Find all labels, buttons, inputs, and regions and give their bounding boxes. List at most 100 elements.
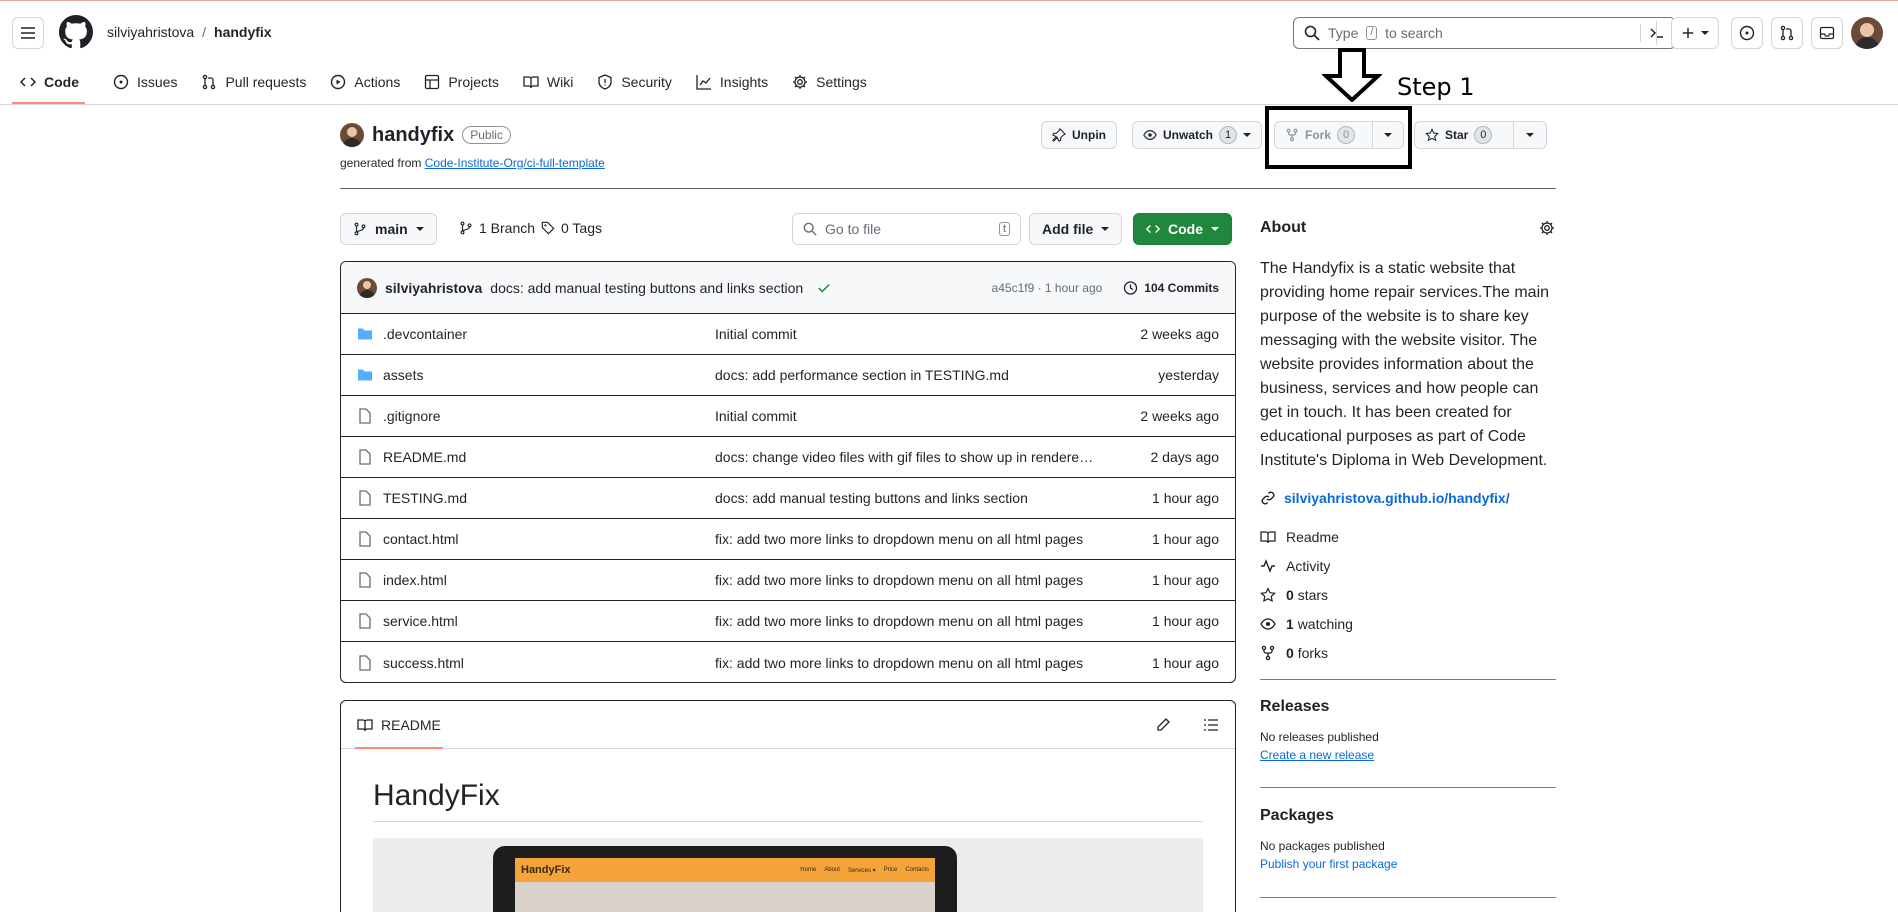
issues-button[interactable]: [1731, 17, 1763, 49]
preview-nav-item: Price: [883, 866, 898, 873]
pull-requests-button[interactable]: [1771, 17, 1803, 49]
history-icon: [1124, 280, 1138, 295]
file-name[interactable]: README.md: [383, 449, 466, 465]
file-row[interactable]: success.html fix: add two more links to …: [341, 642, 1235, 682]
about-stats: Readme Activity 0 stars 1 watching 0 for…: [1260, 522, 1560, 667]
breadcrumb-repo[interactable]: handyfix: [214, 24, 272, 40]
homepage-link[interactable]: silviyahristova.github.io/handyfix/: [1260, 490, 1510, 506]
tab-pull-requests[interactable]: Pull requests: [189, 62, 318, 102]
file-commit-message[interactable]: fix: add two more links to dropdown menu…: [715, 531, 1100, 547]
search-placeholder-pre: Type: [1328, 25, 1359, 41]
fork-icon: [1261, 645, 1275, 660]
star-button[interactable]: Star 0: [1414, 121, 1514, 149]
file-commit-message[interactable]: docs: change video files with gif files …: [715, 449, 1100, 465]
play-icon: [331, 74, 346, 90]
file-row[interactable]: assets docs: add performance section in …: [341, 355, 1235, 396]
file-name[interactable]: .gitignore: [383, 408, 441, 424]
create-new-button[interactable]: [1671, 17, 1719, 49]
file-row[interactable]: service.html fix: add two more links to …: [341, 601, 1235, 642]
caret-down-icon: [1243, 133, 1252, 137]
file-commit-message[interactable]: docs: add manual testing buttons and lin…: [715, 490, 1100, 506]
commits-link[interactable]: 104 Commits: [1122, 280, 1219, 296]
file-row[interactable]: .gitignore Initial commit 2 weeks ago: [341, 396, 1235, 437]
tab-code[interactable]: Code: [0, 62, 91, 102]
file-commit-message[interactable]: fix: add two more links to dropdown menu…: [715, 655, 1100, 671]
file-icon: [359, 490, 371, 506]
code-button[interactable]: Code: [1133, 213, 1232, 245]
add-file-button[interactable]: Add file: [1029, 213, 1123, 245]
file-commit-message[interactable]: fix: add two more links to dropdown menu…: [715, 572, 1100, 588]
file-row[interactable]: .devcontainer Initial commit 2 weeks ago: [341, 314, 1235, 355]
file-row[interactable]: README.md docs: change video files with …: [341, 437, 1235, 478]
file-name[interactable]: contact.html: [383, 531, 458, 547]
tab-issues[interactable]: Issues: [101, 62, 189, 102]
search-input[interactable]: Type / to search: [1293, 17, 1676, 49]
template-link[interactable]: Code-Institute-Org/ci-full-template: [425, 156, 605, 170]
create-release-link[interactable]: Create a new release: [1260, 748, 1379, 762]
file-name[interactable]: index.html: [383, 572, 447, 588]
sidebar-divider: [1260, 897, 1556, 898]
readme-link[interactable]: Readme: [1260, 522, 1560, 551]
file-name[interactable]: assets: [383, 367, 423, 383]
commit-message[interactable]: docs: add manual testing buttons and lin…: [490, 280, 803, 296]
watching-label: watching: [1297, 615, 1353, 632]
pencil-icon[interactable]: [1155, 717, 1171, 733]
commit-hash-time[interactable]: a45c1f9 · 1 hour ago: [992, 281, 1103, 295]
forks-link[interactable]: 0 forks: [1260, 638, 1560, 667]
file-name[interactable]: success.html: [383, 655, 464, 671]
releases-title[interactable]: Releases: [1260, 698, 1379, 716]
repo-name[interactable]: handyfix: [372, 124, 454, 147]
file-name[interactable]: TESTING.md: [383, 490, 467, 506]
tags-link[interactable]: 0 Tags: [541, 220, 602, 236]
file-row[interactable]: index.html fix: add two more links to dr…: [341, 560, 1235, 601]
pulse-icon: [1261, 558, 1275, 573]
file-icon: [359, 572, 371, 588]
star-icon: [1425, 128, 1439, 142]
tab-insights[interactable]: Insights: [684, 62, 780, 102]
breadcrumb-owner[interactable]: silviyahristova: [107, 24, 194, 40]
activity-link[interactable]: Activity: [1260, 551, 1560, 580]
packages-title[interactable]: Packages: [1260, 807, 1397, 825]
file-commit-message[interactable]: fix: add two more links to dropdown menu…: [715, 613, 1100, 629]
file-icon: [359, 531, 371, 547]
star-dropdown-button[interactable]: [1513, 121, 1547, 149]
tab-security[interactable]: Security: [585, 62, 684, 102]
file-name[interactable]: .devcontainer: [383, 326, 467, 342]
readme-link-label: Readme: [1286, 528, 1339, 545]
unwatch-button[interactable]: Unwatch 1: [1132, 121, 1263, 149]
shield-icon: [598, 74, 612, 90]
tab-settings[interactable]: Settings: [780, 62, 879, 102]
file-row[interactable]: TESTING.md docs: add manual testing butt…: [341, 478, 1235, 519]
about-settings-button[interactable]: [1539, 220, 1555, 236]
github-logo[interactable]: [59, 15, 93, 49]
file-row[interactable]: contact.html fix: add two more links to …: [341, 519, 1235, 560]
tab-wiki[interactable]: Wiki: [511, 62, 585, 102]
search-shortcut-key: /: [1366, 26, 1378, 40]
inbox-button[interactable]: [1811, 17, 1843, 49]
tab-projects[interactable]: Projects: [412, 62, 511, 102]
unpin-button[interactable]: Unpin: [1041, 121, 1117, 149]
branch-name: main: [375, 221, 408, 237]
list-outline-icon[interactable]: [1203, 717, 1219, 733]
link-icon: [1261, 491, 1275, 505]
star-count: 0: [1474, 126, 1493, 144]
publish-package-link[interactable]: Publish your first package: [1260, 857, 1397, 871]
stars-link[interactable]: 0 stars: [1260, 580, 1560, 609]
watching-link[interactable]: 1 watching: [1260, 609, 1560, 638]
commit-author-avatar[interactable]: [357, 277, 377, 298]
tab-actions[interactable]: Actions: [318, 62, 412, 102]
file-commit-message[interactable]: Initial commit: [715, 326, 1100, 342]
go-to-file-input[interactable]: Go to file t: [792, 213, 1021, 245]
menu-button[interactable]: [12, 17, 44, 49]
file-commit-message[interactable]: Initial commit: [715, 408, 1100, 424]
owner-avatar[interactable]: [340, 123, 364, 147]
readme-tab-label[interactable]: README: [381, 717, 441, 733]
file-name[interactable]: service.html: [383, 613, 458, 629]
file-commit-message[interactable]: docs: add performance section in TESTING…: [715, 367, 1100, 383]
check-icon[interactable]: [817, 281, 831, 295]
command-palette-icon[interactable]: [1649, 25, 1665, 41]
branch-selector[interactable]: main: [340, 213, 437, 245]
user-avatar[interactable]: [1851, 17, 1883, 49]
branches-link[interactable]: 1 Branch: [459, 220, 535, 236]
commit-author[interactable]: silviyahristova: [385, 280, 482, 296]
